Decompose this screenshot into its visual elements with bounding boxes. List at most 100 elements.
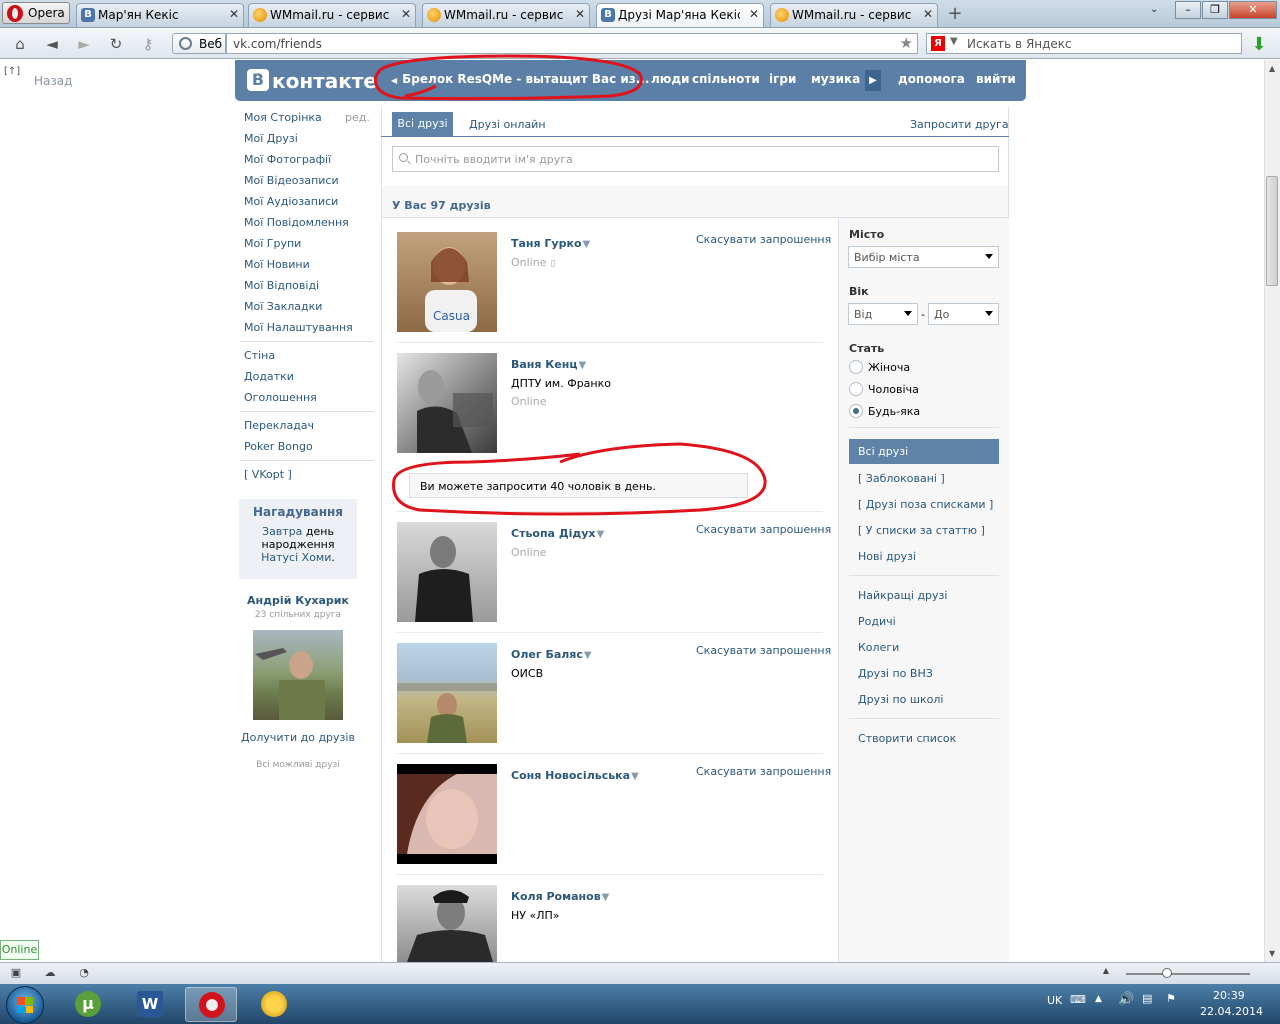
radio-any[interactable]: [849, 404, 863, 418]
back-arrow-icon[interactable]: ◄: [42, 35, 62, 53]
clock-date[interactable]: 22.04.2014: [1200, 1005, 1263, 1018]
tab-friends-online[interactable]: Друзі онлайн: [469, 118, 546, 131]
taskbar-word[interactable]: W: [124, 987, 176, 1022]
dropdown-arrow-icon[interactable]: ▼: [583, 239, 591, 250]
friend-photo[interactable]: [397, 885, 497, 962]
nav-music[interactable]: музика: [811, 72, 860, 86]
action-center-flag-icon[interactable]: ⚑: [1166, 992, 1176, 1005]
tray-expand-icon[interactable]: ▲: [1095, 994, 1102, 1004]
radio-female[interactable]: [849, 360, 863, 374]
menu-my-page[interactable]: Моя Сторінка: [244, 111, 322, 124]
language-indicator[interactable]: UK: [1047, 994, 1062, 1007]
menu-my-groups[interactable]: Мої Групи: [244, 237, 301, 250]
age-from-select[interactable]: Від: [848, 303, 918, 325]
menu-my-news[interactable]: Мої Новини: [244, 258, 310, 271]
speed-dial-icon[interactable]: ◔: [76, 966, 92, 980]
friend-name[interactable]: Олег Баляс▼: [511, 648, 592, 661]
menu-poker-bongo[interactable]: Poker Bongo: [244, 440, 313, 453]
list-all-friends[interactable]: Всі друзі: [849, 439, 999, 464]
bookmark-star-icon[interactable]: ★: [900, 34, 913, 52]
zoom-caret-icon[interactable]: ▲: [1098, 966, 1114, 980]
zoom-slider-track[interactable]: [1126, 973, 1250, 975]
menu-my-settings[interactable]: Мої Налаштування: [244, 321, 353, 334]
scroll-up-icon[interactable]: ▲: [1269, 64, 1275, 73]
back-link[interactable]: [↑] Назад: [4, 66, 94, 88]
friend-name[interactable]: Таня Гурко▼: [511, 237, 590, 250]
list-best-friends[interactable]: Найкращі друзі: [858, 589, 947, 602]
list-new-friends[interactable]: Нові друзі: [858, 550, 916, 563]
key-icon[interactable]: ⚷: [138, 35, 158, 53]
friend-name[interactable]: Стьопа Дідух▼: [511, 527, 604, 540]
keyboard-icon[interactable]: ⌨: [1070, 993, 1086, 1006]
home-icon[interactable]: ⌂: [10, 35, 30, 53]
yandex-search-field[interactable]: Я ▼ Искать в Яндекс: [926, 33, 1242, 54]
vk-logo[interactable]: Вконтакте: [247, 69, 377, 93]
friend-search-input[interactable]: Почніть вводити ім'я друга: [392, 146, 999, 172]
browser-tab[interactable]: WMmail.ru - сервис п... ✕: [422, 3, 590, 27]
browser-tab[interactable]: WMmail.ru - сервис п... ✕: [248, 3, 416, 27]
panel-toggle-icon[interactable]: ▣: [8, 966, 24, 980]
taskbar-app[interactable]: [248, 987, 300, 1022]
menu-my-photos[interactable]: Мої Фотографії: [244, 153, 331, 166]
menu-vkopt[interactable]: [ VKopt ]: [244, 468, 292, 481]
nav-people[interactable]: люди: [651, 72, 690, 86]
cancel-invite-link[interactable]: Скасувати запрошення: [696, 765, 831, 778]
friend-photo[interactable]: [397, 522, 497, 622]
edit-page-link[interactable]: ред.: [345, 111, 370, 124]
browser-tab[interactable]: WMmail.ru - сервис п... ✕: [770, 3, 938, 27]
download-arrow-icon[interactable]: ⬇: [1250, 34, 1268, 55]
menu-apps[interactable]: Додатки: [244, 370, 294, 383]
volume-icon[interactable]: 🔊: [1118, 992, 1134, 1007]
search-engine-dropdown-icon[interactable]: ▼: [950, 36, 958, 47]
clock-time[interactable]: 20:39: [1213, 989, 1245, 1002]
network-icon[interactable]: ▤: [1142, 992, 1152, 1005]
scrollbar-thumb[interactable]: [1266, 176, 1278, 286]
nav-communities[interactable]: спільноти: [692, 72, 760, 86]
cancel-invite-link[interactable]: Скасувати запрошення: [696, 523, 831, 536]
nav-help[interactable]: допомога: [898, 72, 965, 86]
close-tab-icon[interactable]: ✕: [575, 7, 585, 21]
web-button[interactable]: Веб: [172, 33, 226, 54]
dropdown-arrow-icon[interactable]: ▼: [597, 529, 605, 540]
age-to-select[interactable]: До: [928, 303, 999, 325]
scroll-down-icon[interactable]: ▼: [1269, 949, 1275, 958]
browser-tab[interactable]: B Мар'ян Кекіс ✕: [76, 3, 244, 27]
maximize-icon[interactable]: ❐: [1202, 1, 1228, 19]
reminder-person-link[interactable]: Натусі Хоми: [261, 551, 331, 564]
zoom-slider-knob[interactable]: [1162, 968, 1172, 978]
radio-male[interactable]: [849, 382, 863, 396]
close-tab-icon[interactable]: ✕: [401, 7, 411, 21]
header-ad[interactable]: ◀ Брелок ResQMe - вытащит Вас из...: [391, 72, 649, 86]
menu-my-answers[interactable]: Мої Відповіді: [244, 279, 319, 292]
tab-menu-chevron-icon[interactable]: ⌄: [1150, 4, 1158, 15]
url-field[interactable]: vk.com/friends ★: [226, 33, 918, 54]
friend-name[interactable]: Ваня Кенц▼: [511, 358, 586, 371]
friend-name[interactable]: Коля Романов▼: [511, 890, 609, 903]
opera-menu-button[interactable]: Opera: [2, 2, 70, 24]
radio-female-label[interactable]: Жіноча: [868, 361, 910, 374]
start-button[interactable]: [6, 986, 44, 1024]
list-by-sex[interactable]: [ У списки за статтю ]: [858, 524, 985, 537]
list-university-friends[interactable]: Друзі по ВНЗ: [858, 667, 933, 680]
dropdown-arrow-icon[interactable]: ▼: [579, 360, 587, 371]
close-window-icon[interactable]: ✕: [1229, 1, 1277, 19]
forward-arrow-icon[interactable]: ►: [74, 35, 94, 53]
cancel-invite-link[interactable]: Скасувати запрошення: [696, 233, 831, 246]
close-tab-icon[interactable]: ✕: [923, 7, 933, 21]
taskbar-opera[interactable]: [185, 987, 237, 1022]
list-blocked[interactable]: [ Заблоковані ]: [858, 472, 945, 485]
friend-name[interactable]: Соня Новосільська▼: [511, 769, 639, 782]
reminder-tomorrow-link[interactable]: Завтра: [262, 525, 302, 538]
list-unlisted[interactable]: [ Друзі поза списками ]: [858, 498, 993, 511]
browser-tab-active[interactable]: B Друзі Мар'яна Кекіса |... ✕: [596, 3, 764, 27]
radio-male-label[interactable]: Чоловіча: [868, 383, 919, 396]
suggested-friend-name[interactable]: Андрій Кухарик: [239, 594, 357, 607]
list-colleagues[interactable]: Колеги: [858, 641, 899, 654]
all-possible-friends-link[interactable]: Всі можливі друзі: [239, 760, 357, 770]
menu-wall[interactable]: Стіна: [244, 349, 275, 362]
close-tab-icon[interactable]: ✕: [749, 7, 759, 21]
new-tab-plus-icon[interactable]: +: [944, 4, 966, 24]
suggested-friend-photo[interactable]: [253, 630, 343, 720]
minimize-icon[interactable]: –: [1175, 1, 1201, 19]
add-friend-link[interactable]: Долучити до друзів: [239, 731, 357, 744]
